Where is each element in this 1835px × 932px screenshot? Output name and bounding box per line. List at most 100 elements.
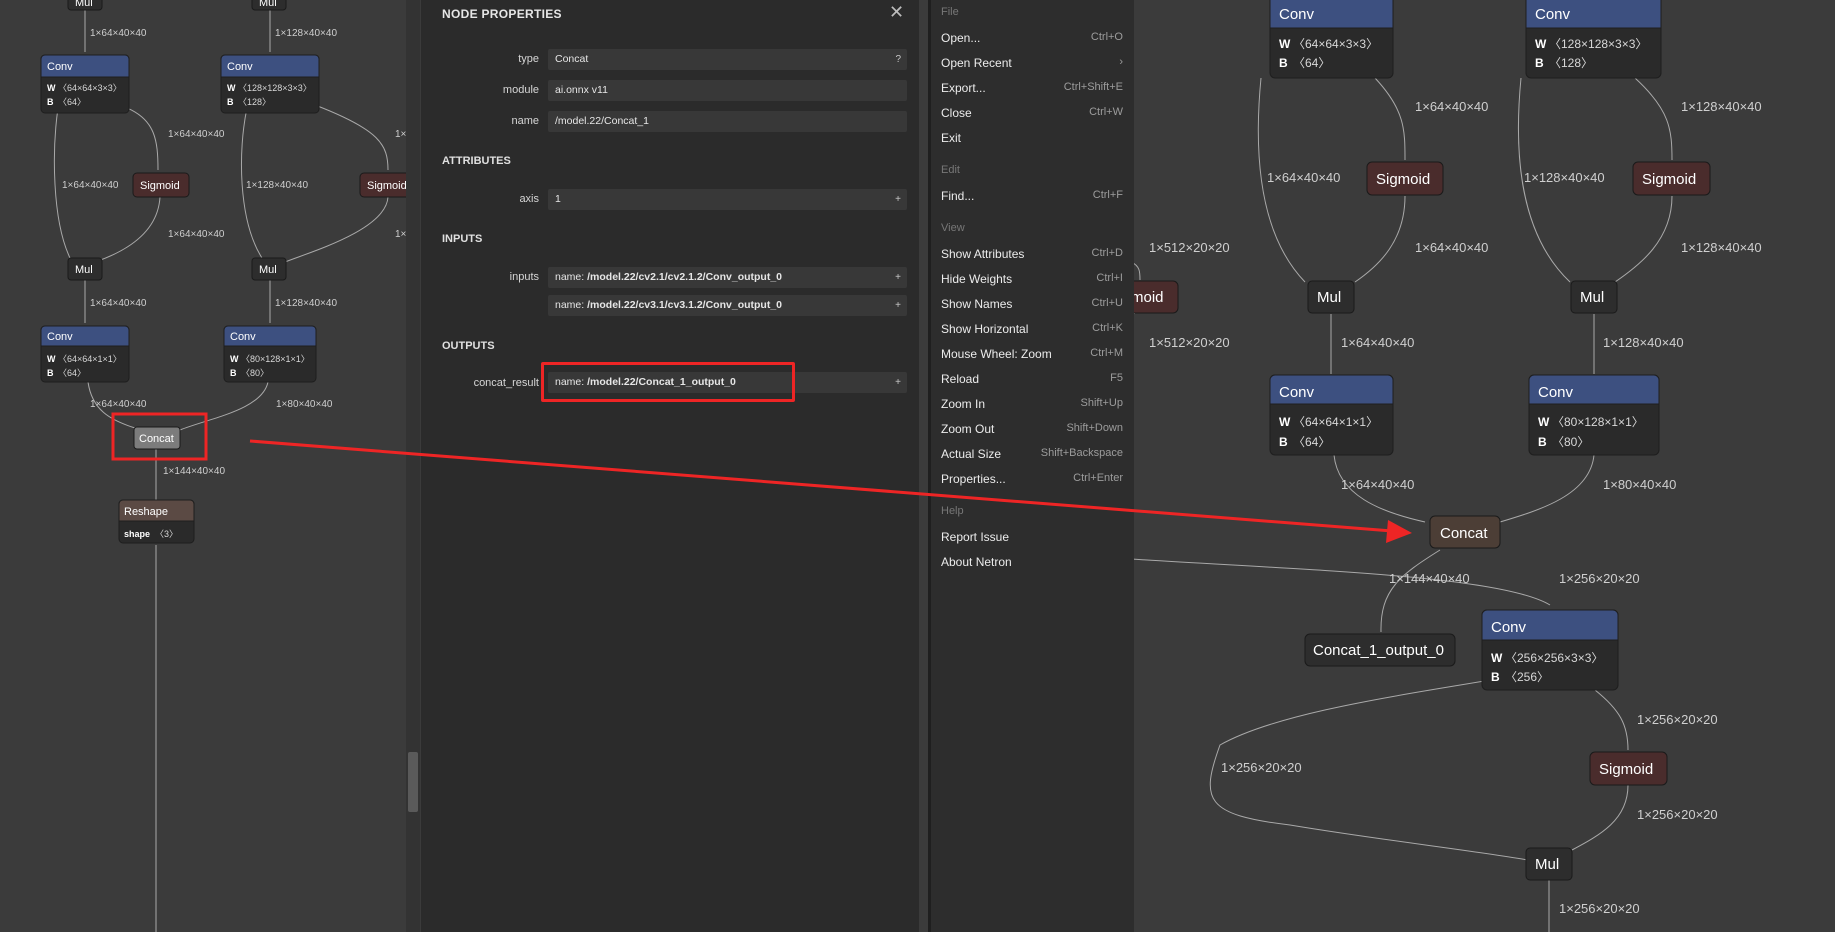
axis-value: 1 [555, 193, 561, 205]
svg-text:〈256〉: 〈256〉 [1505, 670, 1549, 684]
conv-node[interactable]: Conv W 〈80×128×1×1〉 B 〈80〉 [1528, 374, 1660, 456]
input-field[interactable]: name: /model.22/cv2.1/cv2.1.2/Conv_outpu… [548, 267, 907, 288]
left-scrollbar[interactable] [406, 0, 420, 932]
menu-item-about-netron[interactable]: About Netron [941, 555, 1123, 569]
concat-node[interactable]: Concat [133, 426, 181, 450]
type-help-button[interactable]: ? [895, 49, 901, 70]
menu-item-shortcut: Ctrl+M [1090, 347, 1123, 359]
svg-text:Sigmoid: Sigmoid [1642, 171, 1696, 188]
menu-item-label: Show Horizontal [941, 322, 1029, 336]
svg-text:Sigmoid: Sigmoid [367, 180, 406, 192]
left-graph-canvas[interactable]: 1×64×40×40 1×128×40×40 1×64×40×40 1×64×4… [0, 0, 406, 932]
svg-text:W: W [227, 83, 236, 93]
menu-item-show-names[interactable]: Show Names Ctrl+U [941, 297, 1123, 311]
output-node[interactable]: Concat_1_output_0 [1304, 633, 1456, 667]
menu-item-shortcut: Shift+Down [1066, 422, 1123, 434]
mul-node[interactable]: Mul [251, 0, 287, 11]
input-prefix: name: [555, 271, 588, 283]
reshape-node[interactable]: Reshape shape 〈3〉 [118, 499, 195, 544]
close-icon[interactable]: ✕ [889, 2, 904, 23]
edge-label: 1×512×20×20 [1149, 335, 1230, 350]
menu-item-reload[interactable]: Reload F5 [941, 372, 1123, 386]
menu-item-exit[interactable]: Exit [941, 131, 1123, 145]
panel-title: NODE PROPERTIES [442, 7, 562, 21]
output-expand-button[interactable]: + [895, 372, 901, 393]
menu-item-export[interactable]: Export... Ctrl+Shift+E [941, 81, 1123, 95]
menu-item-label: Zoom Out [941, 422, 995, 436]
svg-text:B: B [227, 97, 234, 107]
menu-item-zoom-in[interactable]: Zoom In Shift+Up [941, 397, 1123, 411]
outputs-header: OUTPUTS [442, 340, 495, 352]
conv-node[interactable]: Conv W 〈64×64×1×1〉 B 〈64〉 [1269, 374, 1394, 456]
svg-text:W: W [1491, 651, 1503, 665]
right-graph-canvas[interactable]: 1×64×40×40 1×128×40×40 1×64×40×40 1×128×… [1131, 0, 1835, 932]
sigmoid-node[interactable]: Sigmoid [1632, 161, 1711, 196]
output-highlight-box [541, 362, 795, 402]
menu-item-label: Show Names [941, 297, 1013, 311]
type-field[interactable]: Concat ? [548, 49, 907, 70]
sigmoid-node[interactable]: moid [1131, 280, 1179, 314]
conv-node[interactable]: Conv W 〈64×64×3×3〉 B 〈64〉 [1269, 0, 1394, 79]
name-field[interactable]: /model.22/Concat_1 [548, 111, 907, 132]
svg-text:〈256×256×3×3〉: 〈256×256×3×3〉 [1505, 651, 1603, 665]
output-label: concat_result [473, 377, 539, 389]
edge-label: 1×128×40×40 [275, 298, 337, 309]
svg-text:〈64×64×3×3〉: 〈64×64×3×3〉 [58, 83, 122, 93]
conv-node[interactable]: Conv W 〈256×256×3×3〉 B 〈256〉 [1481, 609, 1619, 691]
conv-node[interactable]: Conv W 〈64×64×1×1〉 B 〈64〉 [40, 325, 130, 383]
menu-item-report-issue[interactable]: Report Issue [941, 530, 1123, 544]
mul-node[interactable]: Mul [1570, 280, 1618, 314]
menu-item-label: Hide Weights [941, 272, 1013, 286]
axis-field[interactable]: 1 + [548, 189, 907, 210]
menu-item-find[interactable]: Find... Ctrl+F [941, 189, 1123, 203]
sigmoid-node[interactable]: Sigmoid [132, 172, 190, 198]
edge-label: 1×512×20×20 [1149, 240, 1230, 255]
scrollbar-thumb[interactable] [408, 752, 418, 812]
input-expand-button[interactable]: + [895, 295, 901, 316]
svg-text:〈64×64×1×1〉: 〈64×64×1×1〉 [58, 354, 122, 364]
svg-text:〈80〉: 〈80〉 [241, 368, 269, 378]
menu-item-shortcut: Ctrl+I [1096, 272, 1123, 284]
mul-node[interactable]: Mul [67, 257, 103, 281]
edge-label: 1×256×20×20 [1559, 901, 1640, 916]
menu-item-actual-size[interactable]: Actual Size Shift+Backspace [941, 447, 1123, 461]
sigmoid-node[interactable]: Sigmoid [1589, 751, 1668, 786]
conv-node[interactable]: Conv W 〈128×128×3×3〉 B 〈128〉 [1525, 0, 1662, 79]
axis-expand-button[interactable]: + [895, 189, 901, 210]
menu-item-open-recent[interactable]: Open Recent › [941, 56, 1123, 70]
input-field[interactable]: name: /model.22/cv3.1/cv3.1.2/Conv_outpu… [548, 295, 907, 316]
conv-node[interactable]: Conv W 〈128×128×3×3〉 B 〈128〉 [220, 54, 320, 114]
input-expand-button[interactable]: + [895, 267, 901, 288]
mul-node[interactable]: Mul [1307, 280, 1355, 314]
svg-text:〈64×64×1×1〉: 〈64×64×1×1〉 [1293, 415, 1378, 429]
edge-label: 1×64×40×40 [62, 180, 119, 191]
menu-item-show-attributes[interactable]: Show Attributes Ctrl+D [941, 247, 1123, 261]
module-field[interactable]: ai.onnx v11 [548, 80, 907, 101]
edge-label: 1×128×40×40 [1603, 335, 1684, 350]
edge-label: 1× [395, 129, 406, 140]
svg-text:〈64×64×3×3〉: 〈64×64×3×3〉 [1293, 37, 1378, 51]
mul-node[interactable]: Mul [251, 257, 287, 281]
concat-node[interactable]: Concat [1429, 515, 1501, 549]
inputs-label: inputs [509, 271, 539, 283]
mul-node[interactable]: Mul [67, 0, 103, 11]
menu-item-mouse-wheel-zoom[interactable]: Mouse Wheel: Zoom Ctrl+M [941, 347, 1123, 361]
menu-item-shortcut: Ctrl+D [1091, 247, 1123, 259]
menu-item-close[interactable]: Close Ctrl+W [941, 106, 1123, 120]
edge-label: 1×64×40×40 [1267, 170, 1340, 185]
menu-item-show-horizontal[interactable]: Show Horizontal Ctrl+K [941, 322, 1123, 336]
mul-node[interactable]: Mul [1525, 847, 1573, 881]
conv-node[interactable]: Conv W 〈64×64×3×3〉 B 〈64〉 [40, 54, 130, 114]
conv-node[interactable]: Conv W 〈80×128×1×1〉 B 〈80〉 [223, 325, 317, 383]
svg-text:Concat: Concat [1440, 525, 1488, 542]
menu-item-zoom-out[interactable]: Zoom Out Shift+Down [941, 422, 1123, 436]
menu-item-open[interactable]: Open... Ctrl+O [941, 31, 1123, 45]
menu-item-properties[interactable]: Properties... Ctrl+Enter [941, 472, 1123, 486]
menu-section-file: File [941, 6, 959, 18]
edge-label: 1×64×40×40 [90, 298, 147, 309]
sigmoid-node[interactable]: Sigmoid [1366, 161, 1444, 196]
menu-item-label: Close [941, 106, 972, 120]
sigmoid-node[interactable]: Sigmoid [359, 172, 406, 198]
menu-item-shortcut: F5 [1110, 372, 1123, 384]
menu-item-hide-weights[interactable]: Hide Weights Ctrl+I [941, 272, 1123, 286]
